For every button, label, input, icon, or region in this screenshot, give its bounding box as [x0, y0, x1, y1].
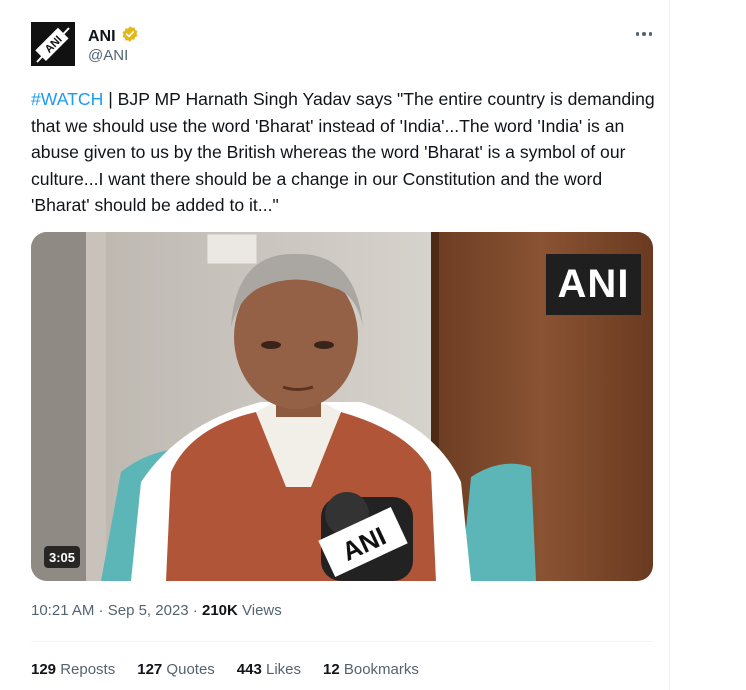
ani-watermark: ANI: [546, 254, 641, 315]
tweet: ANI ANI @ANI #WATCH | BJP MP Harnath Sin…: [0, 0, 669, 690]
stat-label: Quotes: [162, 661, 215, 678]
views-label: Views: [237, 602, 282, 619]
hashtag-link[interactable]: #WATCH: [31, 89, 103, 109]
stat-count: 443: [236, 661, 262, 678]
meta-separator: ·: [94, 602, 108, 619]
stat-label: Bookmarks: [339, 661, 419, 678]
author-handle[interactable]: @ANI: [88, 47, 128, 64]
tweet-time[interactable]: 10:21 AM: [31, 602, 94, 619]
stat-label: Likes: [261, 661, 302, 678]
tweet-meta: 10:21 AM · Sep 5, 2023 · 210K Views: [31, 602, 282, 619]
column-border: [669, 0, 670, 690]
stat-likes[interactable]: 443 Likes: [237, 661, 301, 678]
stat-bookmarks[interactable]: 12 Bookmarks: [323, 661, 419, 678]
tweet-date[interactable]: Sep 5, 2023: [108, 602, 189, 619]
engagement-stats: 129 Reposts 127 Quotes 443 Likes 12 Book…: [31, 661, 441, 678]
meta-separator: ·: [188, 602, 202, 619]
divider: [31, 641, 653, 642]
author-name[interactable]: ANI: [88, 28, 116, 46]
tweet-text: #WATCH | BJP MP Harnath Singh Yadav says…: [31, 86, 661, 219]
video-duration-badge: 3:05: [44, 546, 81, 568]
stat-reposts[interactable]: 129 Reposts: [31, 661, 115, 678]
stat-quotes[interactable]: 127 Quotes: [137, 661, 215, 678]
avatar[interactable]: ANI: [31, 22, 75, 66]
verified-badge-icon: [121, 25, 139, 48]
more-dots-icon[interactable]: [632, 25, 656, 43]
stat-count: 12: [323, 661, 340, 678]
views-count: 210K: [201, 602, 238, 619]
author-name-row: ANI: [88, 25, 139, 48]
tweet-body: | BJP MP Harnath Singh Yadav says "The e…: [31, 89, 655, 215]
stat-count: 127: [137, 661, 163, 678]
stat-label: Reposts: [56, 661, 116, 678]
stat-count: 129: [31, 661, 57, 678]
